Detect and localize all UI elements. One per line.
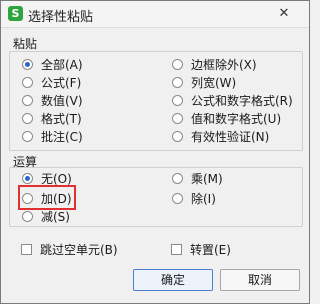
radio-icon: [22, 95, 33, 106]
paste-section-label: 粘贴: [13, 37, 38, 51]
checkbox-icon: [171, 244, 182, 255]
checkbox-icon: [21, 244, 32, 255]
radio-icon: [172, 173, 183, 184]
radio-icon: [172, 131, 183, 142]
cancel-button[interactable]: 取消: [220, 269, 300, 291]
dialog-title: 选择性粘贴: [28, 10, 94, 25]
radio-icon: [172, 59, 183, 70]
radio-icon: [172, 77, 183, 88]
radio-icon: [22, 77, 33, 88]
paste-special-dialog: S 选择性粘贴 ✕ 粘贴 全部(A) 公式(F) 数值(V) 格式(T) 批注(…: [0, 0, 310, 304]
paste-group: 全部(A) 公式(F) 数值(V) 格式(T) 批注(C) 边框除外(X) 列宽…: [9, 51, 303, 151]
radio-icon: [22, 211, 33, 222]
highlight-annotation: [18, 185, 76, 210]
close-button[interactable]: ✕: [271, 4, 297, 23]
radio-icon: [172, 193, 183, 204]
app-icon: S: [8, 6, 23, 21]
close-icon: ✕: [278, 6, 290, 21]
ok-button[interactable]: 确定: [133, 269, 213, 291]
radio-icon: [172, 113, 183, 124]
radio-selected-icon: [22, 59, 33, 70]
radio-icon: [172, 95, 183, 106]
radio-icon: [22, 131, 33, 142]
title-bar: S 选择性粘贴 ✕: [1, 1, 309, 28]
radio-icon: [22, 113, 33, 124]
radio-selected-icon: [22, 173, 33, 184]
